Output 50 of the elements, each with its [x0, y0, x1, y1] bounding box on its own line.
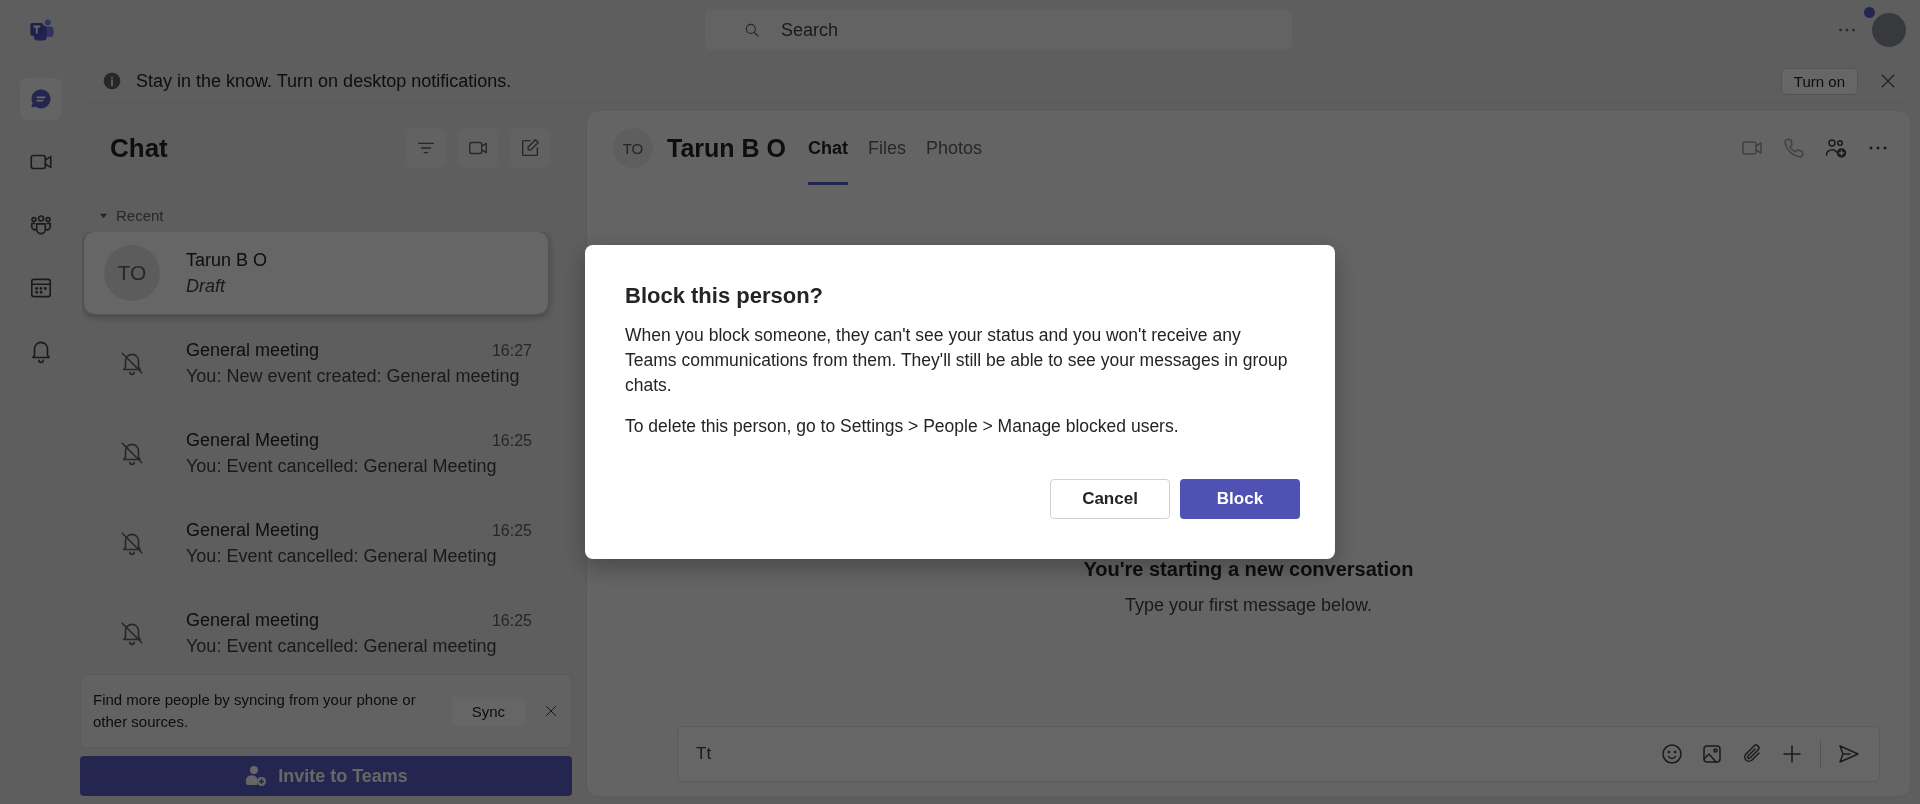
chat-name: General Meeting: [186, 519, 320, 541]
chat-name: General Meeting: [186, 429, 320, 451]
muted-bell-icon: [119, 530, 145, 556]
dialog-message: When you block someone, they can't see your status and you won't receive any Teams communications from them. They'll still be able to see your messages in group chats.: [625, 324, 1289, 397]
invite-button[interactable]: Invite to Teams: [80, 756, 572, 796]
tab[interactable]: Photos: [926, 111, 983, 185]
search-icon: [743, 21, 761, 39]
turn-on-button[interactable]: Turn on: [1780, 67, 1858, 95]
phone-icon[interactable]: [1782, 136, 1806, 160]
info-icon: [102, 71, 122, 91]
video-call-icon[interactable]: [458, 128, 498, 168]
contact-name: Tarun B O: [667, 133, 786, 163]
format-button[interactable]: Tt: [696, 744, 712, 764]
muted-bell-icon: [119, 620, 145, 646]
chat-preview: You: Event cancelled: General Meeting: [186, 545, 498, 567]
chat-name: Tarun B O: [186, 249, 268, 271]
sync-button[interactable]: Sync: [451, 696, 525, 726]
send-icon[interactable]: [1837, 742, 1861, 766]
dialog-message: To delete this person, go to Settings > People > Manage blocked users.: [625, 415, 1180, 438]
new-chat-icon[interactable]: [510, 128, 550, 168]
message-field[interactable]: Tt: [677, 726, 1880, 782]
search-field[interactable]: Search: [705, 10, 1292, 50]
chat-preview: You: Event cancelled: General meeting: [186, 635, 498, 657]
chat-preview: You: Event cancelled: General Meeting: [186, 455, 498, 477]
add-person-icon: [244, 764, 269, 788]
tab[interactable]: Chat: [808, 111, 848, 185]
emoji-icon[interactable]: [1660, 742, 1684, 766]
empty-state-title: You're starting a new conversation: [1083, 558, 1414, 581]
chat-preview: You: New event created: General meeting: [186, 365, 521, 387]
notification-text: Stay in the know. Turn on desktop notifications.: [136, 70, 512, 92]
cancel-button[interactable]: Cancel: [1050, 479, 1170, 519]
sync-message: Find more people by syncing from your phone or other sources.: [93, 690, 417, 732]
notification-dot: [1864, 7, 1875, 18]
add-people-icon[interactable]: [1824, 136, 1848, 160]
chat-title: Chat: [110, 132, 168, 164]
profile-avatar[interactable]: [1872, 13, 1906, 47]
dialog-title: Block this person?: [625, 283, 825, 309]
chat-preview: Draft: [186, 275, 227, 297]
muted-bell-icon: [119, 440, 145, 466]
close-icon[interactable]: [543, 703, 559, 719]
block-button[interactable]: Block: [1180, 479, 1300, 519]
tab[interactable]: Files: [868, 111, 906, 185]
chat-name: General meeting: [186, 609, 320, 631]
chat-nav-icon[interactable]: [20, 78, 62, 120]
muted-bell-icon: [119, 350, 145, 376]
image-icon[interactable]: [1700, 742, 1724, 766]
filter-icon[interactable]: [406, 128, 446, 168]
plus-icon[interactable]: [1780, 742, 1804, 766]
empty-state-subtitle: Type your first message below.: [1124, 595, 1373, 616]
chat-name: General meeting: [186, 339, 320, 361]
